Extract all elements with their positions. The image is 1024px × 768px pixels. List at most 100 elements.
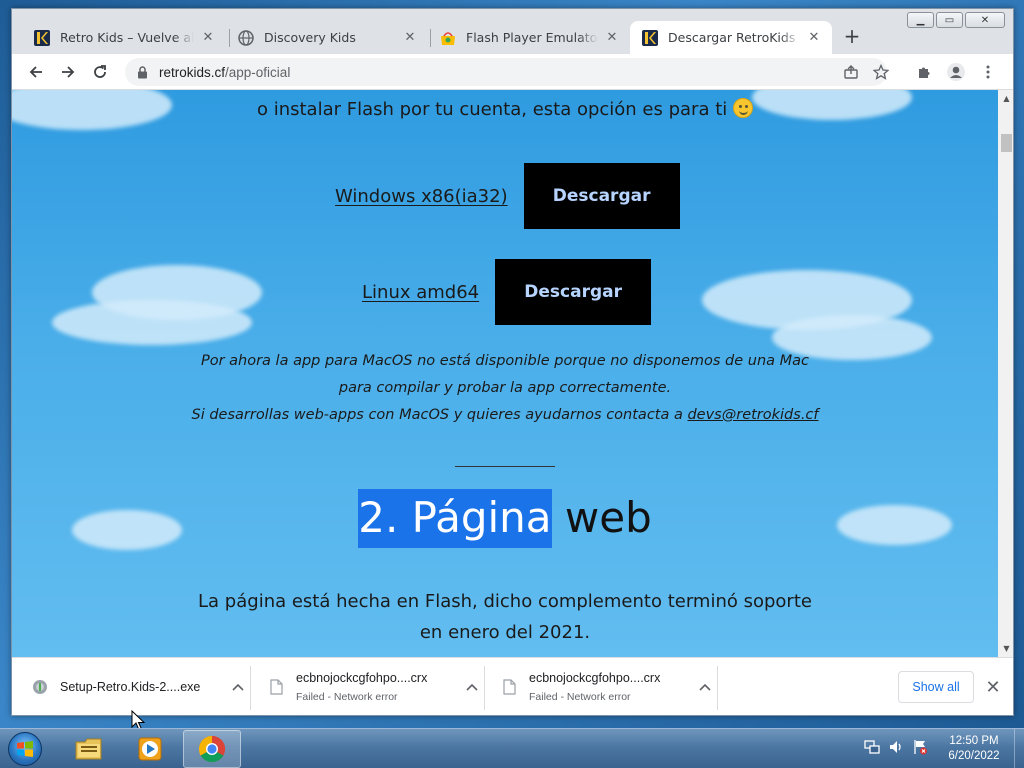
url-path: /app-oficial (225, 64, 291, 80)
clock-time: 12:50 PM (949, 735, 999, 747)
start-button[interactable] (4, 730, 46, 768)
download-item[interactable]: ecbnojockcgfohpo....crx Failed - Network… (268, 658, 484, 715)
new-tab-button[interactable]: + (842, 26, 862, 47)
menu-button[interactable] (976, 60, 1000, 84)
section-paragraph: La página está hecha en Flash, dicho com… (12, 586, 998, 648)
windows-download-button[interactable]: Descargar (523, 163, 680, 229)
bookmark-star-icon[interactable] (872, 63, 890, 81)
tab-title: Discovery Kids (264, 30, 356, 45)
network-icon[interactable] (864, 739, 880, 755)
taskbar-explorer[interactable] (60, 730, 118, 768)
download-filename: ecbnojockcgfohpo....crx (529, 671, 661, 685)
show-desktop-button[interactable] (1014, 729, 1024, 768)
page-viewport: o instalar Flash por tu cuenta, esta opc… (12, 90, 998, 657)
macos-note-contact-text: Si desarrollas web-apps con MacOS y quie… (191, 407, 683, 423)
paragraph-line: La página está hecha en Flash, dicho com… (198, 591, 812, 612)
download-separator (250, 666, 251, 710)
tab-strip: Retro Kids – Vuelve al pasado ✕ Discover… (12, 9, 1013, 54)
download-item[interactable]: ecbnojockcgfohpo....crx Failed - Network… (501, 658, 717, 715)
action-center-flag-icon[interactable] (912, 739, 928, 755)
chevron-up-icon[interactable] (230, 679, 246, 695)
download-separator (484, 666, 485, 710)
chevron-up-icon[interactable] (464, 679, 480, 695)
macos-note-line: para compilar y probar la app correctame… (338, 380, 672, 396)
close-icon[interactable]: ✕ (200, 30, 216, 46)
tab-retro-kids[interactable]: Retro Kids – Vuelve al pasado ✕ (22, 21, 226, 54)
section-heading: 2. Página web (12, 489, 998, 548)
profile-button[interactable] (944, 60, 968, 84)
file-icon (268, 678, 284, 696)
tab-descargar-retrokids[interactable]: Descargar RetroKids – RetroKids ✕ (630, 21, 832, 54)
taskbar-chrome[interactable] (183, 730, 241, 768)
scroll-up-icon[interactable]: ▲ (998, 90, 1013, 107)
download-row-windows: Windows x86(ia32) Descargar (335, 163, 680, 229)
file-icon (501, 678, 517, 696)
minimize-button[interactable]: ▁ (907, 12, 934, 28)
taskbar: 12:50 PM 6/20/2022 (0, 728, 1024, 768)
download-row-linux: Linux amd64 Descargar (362, 259, 652, 325)
lock-icon[interactable] (135, 65, 149, 79)
volume-icon[interactable] (888, 739, 904, 755)
intro-line: o instalar Flash por tu cuenta, esta opc… (256, 99, 728, 120)
browser-toolbar: retrokids.cf/app-oficial (12, 54, 1013, 90)
retrokids-icon (34, 29, 50, 46)
forward-button[interactable] (56, 60, 80, 84)
heading-rest: web (551, 493, 652, 542)
installer-icon (32, 678, 48, 696)
page-scrollbar[interactable]: ▲ ▼ (998, 90, 1013, 657)
cloud-decoration (52, 300, 252, 345)
chrome-icon (198, 735, 226, 763)
window-controls: ▁ ▭ ✕ (907, 12, 1005, 28)
avatar-icon (947, 63, 965, 81)
scroll-down-icon[interactable]: ▼ (998, 640, 1013, 657)
taskbar-media-player[interactable] (121, 730, 179, 768)
restore-button[interactable]: ▭ (936, 12, 963, 28)
reload-button[interactable] (88, 60, 112, 84)
clock-date: 6/20/2022 (948, 750, 1000, 762)
browser-window: Retro Kids – Vuelve al pasado ✕ Discover… (11, 8, 1014, 716)
tab-discovery-kids[interactable]: Discovery Kids ✕ (226, 21, 428, 54)
tab-title: Retro Kids – Vuelve al pasado (60, 30, 194, 45)
intro-text: o instalar Flash por tu cuenta, esta opc… (12, 98, 998, 120)
media-player-icon (138, 737, 162, 761)
windows-logo-icon (8, 732, 42, 766)
download-item[interactable]: Setup-Retro.Kids-2....exe (32, 658, 250, 715)
window-close-button[interactable]: ✕ (965, 12, 1005, 28)
smiley-icon (733, 98, 754, 118)
share-icon[interactable] (842, 63, 860, 81)
chrome-web-store-icon (440, 30, 456, 46)
arrow-right-icon (62, 66, 75, 78)
back-button[interactable] (24, 60, 48, 84)
macos-note-line: Por ahora la app para MacOS no está disp… (200, 353, 810, 369)
extensions-button[interactable] (912, 60, 936, 84)
taskbar-clock[interactable]: 12:50 PM 6/20/2022 (938, 734, 1010, 764)
show-all-button[interactable]: Show all (898, 671, 974, 703)
contact-email-link[interactable]: devs@retrokids.cf (687, 407, 818, 423)
system-tray (864, 739, 928, 755)
macos-note-line: Si desarrollas web-apps con MacOS y quie… (12, 402, 998, 429)
close-icon[interactable]: ✕ (402, 30, 418, 46)
explorer-icon (75, 738, 102, 760)
linux-download-link[interactable]: Linux amd64 (362, 282, 479, 303)
address-bar[interactable]: retrokids.cf/app-oficial (125, 58, 890, 86)
url-domain: retrokids.cf (159, 64, 226, 80)
download-filename: ecbnojockcgfohpo....crx (296, 671, 428, 685)
linux-download-button[interactable]: Descargar (495, 259, 652, 325)
scrollbar-thumb[interactable] (1001, 134, 1012, 152)
tab-title: Flash Player Emulator 2022 (466, 30, 598, 45)
close-icon[interactable]: ✕ (806, 30, 822, 46)
chevron-up-icon[interactable] (697, 679, 713, 695)
tab-title: Descargar RetroKids – RetroKids (668, 30, 800, 45)
puzzle-icon (919, 67, 930, 78)
globe-icon (238, 29, 254, 46)
reload-icon (94, 65, 106, 78)
close-icon[interactable]: ✕ (984, 677, 1002, 698)
close-icon[interactable]: ✕ (604, 30, 620, 46)
section-divider (455, 466, 555, 467)
tab-flash-emulator[interactable]: Flash Player Emulator 2022 ✕ (428, 21, 630, 54)
download-status: Failed - Network error (529, 691, 631, 703)
download-separator (717, 666, 718, 710)
selected-text: 2. Página (358, 489, 552, 548)
windows-download-link[interactable]: Windows x86(ia32) (335, 186, 508, 207)
download-shelf: Setup-Retro.Kids-2....exe ecbnojockcgfoh… (12, 657, 1013, 715)
